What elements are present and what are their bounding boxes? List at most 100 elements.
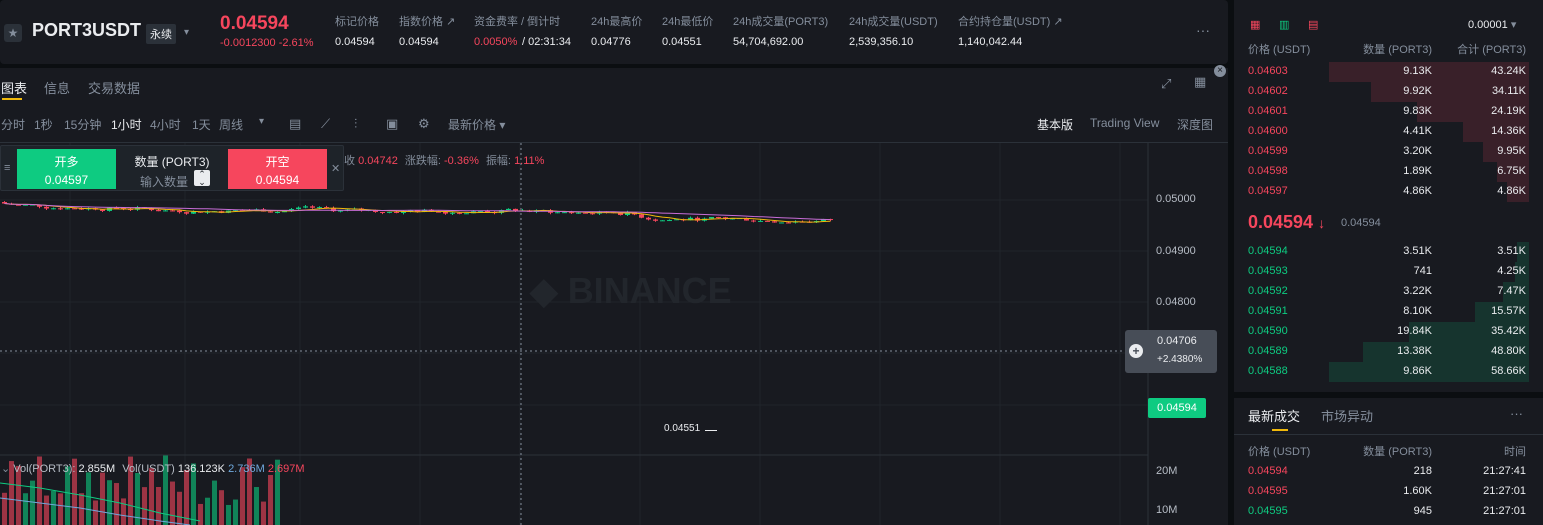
close-value: 0.04742 [358, 155, 398, 167]
stat-label[interactable]: 指数价格 ↗ [399, 13, 455, 29]
row-total: 6.75K [1497, 165, 1526, 177]
asks-view-icon[interactable]: ▤ [1308, 18, 1318, 31]
short-price: 0.04594 [255, 173, 300, 187]
row-qty: 9.92K [1403, 85, 1432, 97]
version-tradingview[interactable]: Trading View [1090, 116, 1159, 130]
price-change: -0.0012300 -2.61% [220, 37, 314, 49]
orderbook-row[interactable]: 0.04600 4.41K 14.36K [1234, 122, 1543, 142]
stat-label[interactable]: 合约持仓量(USDT) ↗ [958, 13, 1063, 29]
col-price: 价格 (USDT) [1248, 446, 1311, 458]
version-basic[interactable]: 基本版 [1037, 116, 1073, 133]
volume-bar [79, 493, 84, 525]
price-tick: 0.05000 [1156, 193, 1196, 205]
open-long-button[interactable]: 开多 0.04597 [17, 149, 116, 189]
row-price: 0.04601 [1248, 105, 1288, 117]
candle-body [387, 211, 392, 213]
orderbook-row[interactable]: 0.04591 8.10K 15.57K [1234, 302, 1543, 322]
close-widget-icon[interactable]: ✕ [331, 162, 340, 175]
orderbook-row[interactable]: 0.04597 4.86K 4.86K [1234, 182, 1543, 202]
close-icon[interactable]: × [1214, 65, 1226, 77]
candle-body [457, 212, 462, 214]
volume-bar [268, 474, 273, 525]
price-tick: 0.04900 [1156, 245, 1196, 257]
candle-body [464, 213, 469, 215]
orderbook-row[interactable]: 0.04599 3.20K 9.95K [1234, 142, 1543, 162]
orderbook-row[interactable]: 0.04589 13.38K 48.80K [1234, 342, 1543, 362]
price-type-select[interactable]: 最新价格 ▾ [448, 116, 505, 133]
collapse-icon[interactable]: ⌄ [1, 463, 10, 475]
tab-market-moves[interactable]: 市场异动 [1321, 406, 1373, 425]
volume-bar [149, 468, 154, 525]
timeframe-4h[interactable]: 4小时 [150, 116, 181, 133]
candle-body [646, 217, 651, 220]
perpetual-badge: 永续 [146, 24, 176, 44]
bids-view-icon[interactable]: ▥ [1279, 18, 1289, 31]
orderbook-row[interactable]: 0.04592 3.22K 7.47K [1234, 282, 1543, 302]
layout-icon[interactable]: ▣ [386, 116, 398, 132]
timeframe-line[interactable]: 分时 [1, 116, 25, 133]
last-price: 0.04594 [220, 13, 289, 34]
timeframe-1d[interactable]: 1天 [192, 116, 211, 133]
orderbook-row[interactable]: 0.04594 3.51K 3.51K [1234, 242, 1543, 262]
orderbook-row[interactable]: 0.04588 9.86K 58.66K [1234, 362, 1543, 382]
orderbook-row[interactable]: 0.04601 9.83K 24.19K [1234, 102, 1543, 122]
volume-bar [107, 480, 112, 525]
orderbook-row[interactable]: 0.04598 1.89K 6.75K [1234, 162, 1543, 182]
open-short-button[interactable]: 开空 0.04594 [228, 149, 327, 189]
tab-chart[interactable]: 图表 [1, 78, 27, 97]
grid-layout-icon[interactable]: ▦ [1194, 74, 1206, 90]
version-depth[interactable]: 深度图 [1177, 116, 1213, 133]
add-order-icon[interactable]: + [1129, 344, 1143, 358]
orderbook-row[interactable]: 0.04602 9.92K 34.11K [1234, 82, 1543, 102]
orderbook-row[interactable]: 0.04593 741 4.25K [1234, 262, 1543, 282]
favorite-star-icon[interactable]: ★ [4, 24, 22, 42]
row-qty: 3.20K [1403, 145, 1432, 157]
chevron-down-icon[interactable]: ▾ [259, 116, 264, 127]
row-price: 0.04590 [1248, 325, 1288, 337]
short-label: 开空 [265, 155, 290, 169]
timeframe-1s[interactable]: 1秒 [34, 116, 53, 133]
row-total: 48.80K [1491, 345, 1526, 357]
tick-size-select[interactable]: 0.00001 ▾ [1468, 18, 1516, 31]
volume-bar [51, 490, 56, 525]
timeframe-15m[interactable]: 15分钟 [64, 116, 101, 133]
vol-port3-label: Vol(PORT3): [13, 463, 76, 475]
volume-bar [170, 481, 175, 525]
candle-body [72, 208, 77, 210]
candle-body [303, 206, 308, 208]
volume-bar [23, 493, 28, 525]
stat-label: 资金费率 / 倒计时 [474, 16, 561, 28]
perpetual-label: 永续 [150, 29, 172, 41]
candle-body [44, 206, 49, 209]
row-price: 0.04591 [1248, 305, 1288, 317]
drag-handle-icon[interactable]: ≡ [4, 162, 10, 174]
tab-latest-trades[interactable]: 最新成交 [1248, 406, 1300, 425]
quantity-stepper[interactable]: ⌃ ⌄ [194, 170, 210, 187]
candle-type-icon[interactable]: ⫶ [354, 116, 357, 132]
indicator-icon[interactable]: ⟋ [321, 116, 330, 132]
row-price: 0.04602 [1248, 85, 1288, 97]
tab-trading-data[interactable]: 交易数据 [88, 78, 140, 97]
orderbook-row[interactable]: 0.04590 19.84K 35.42K [1234, 322, 1543, 342]
stat-label: 24h成交量(USDT) [849, 16, 938, 28]
amplitude-value: 1.11% [514, 155, 545, 167]
chevron-down-icon[interactable]: ▾ [184, 27, 189, 38]
row-qty: 19.84K [1397, 325, 1432, 337]
orderbook-row[interactable]: 0.04603 9.13K 43.24K [1234, 62, 1543, 82]
more-icon[interactable]: ··· [1196, 22, 1210, 38]
funding-countdown: / 02:31:34 [522, 36, 571, 48]
more-icon[interactable]: ··· [1510, 406, 1523, 421]
trade-row: 0.04595 1.60K 21:27:01 [1234, 482, 1543, 502]
candle-body [653, 219, 658, 221]
expand-icon[interactable]: ⤢ [1161, 76, 1171, 92]
timeframe-1w[interactable]: 周线 [219, 116, 243, 133]
row-total: 58.66K [1491, 365, 1526, 377]
row-price: 0.04598 [1248, 165, 1288, 177]
tab-info[interactable]: 信息 [44, 78, 70, 97]
calendar-icon[interactable]: ▤ [289, 116, 301, 132]
timeframe-1h[interactable]: 1小时 [111, 116, 142, 133]
symbol-name[interactable]: PORT3USDT [32, 20, 141, 41]
active-tab-underline [2, 98, 22, 100]
both-sides-view-icon[interactable]: ▦ [1250, 18, 1260, 31]
settings-gear-icon[interactable]: ⚙ [418, 116, 430, 132]
